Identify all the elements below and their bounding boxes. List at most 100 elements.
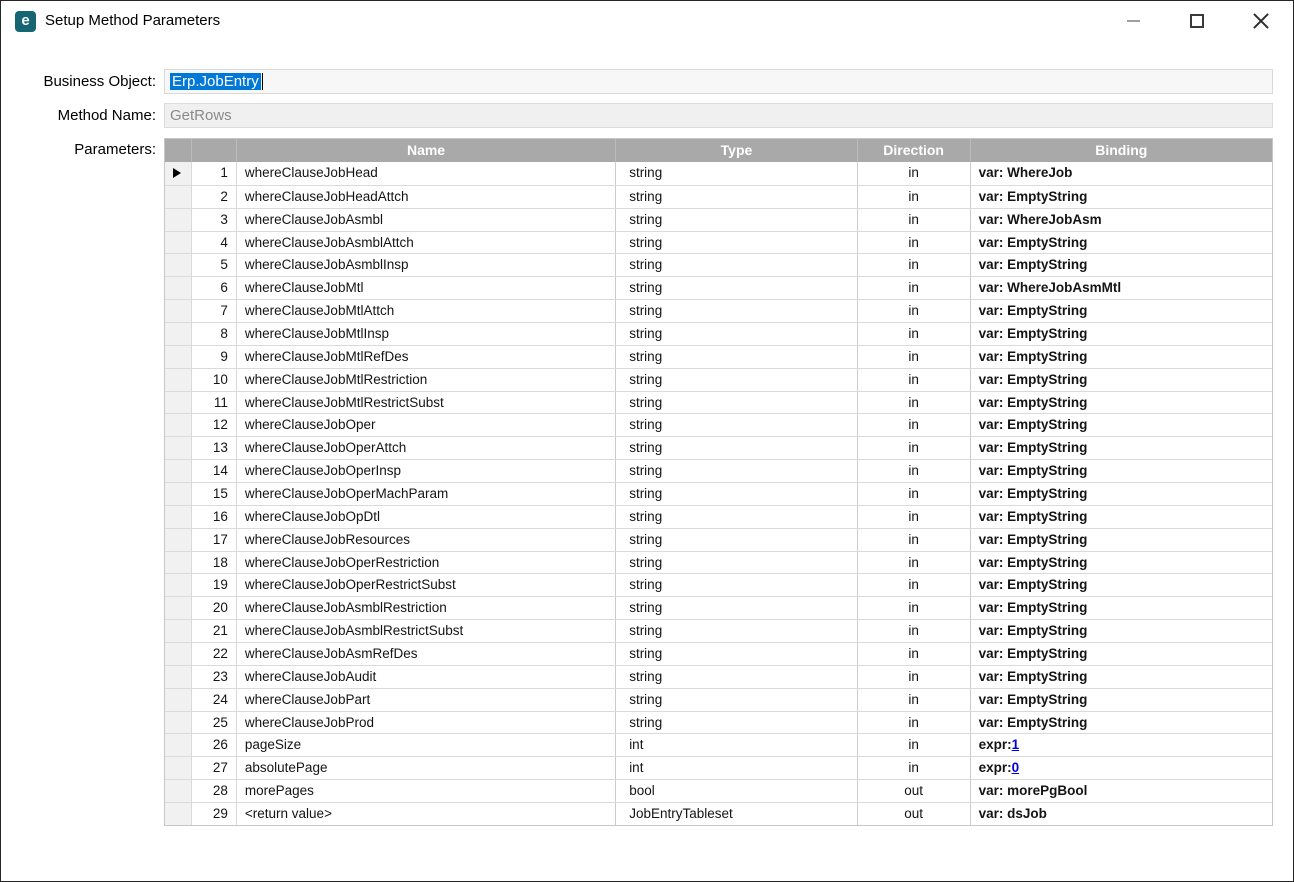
table-row[interactable]: 17 whereClauseJobResources string in var: Em…: [165, 527, 1272, 551]
param-name-cell[interactable]: whereClauseJobAsmbl: [237, 208, 617, 231]
row-selector-cell[interactable]: [165, 551, 192, 574]
param-direction-cell[interactable]: in: [858, 391, 971, 414]
param-type-cell[interactable]: JobEntryTableset: [616, 803, 858, 825]
param-name-cell[interactable]: whereClauseJobHeadAttch: [237, 185, 617, 208]
param-type-cell[interactable]: string: [616, 437, 858, 460]
param-type-cell[interactable]: string: [616, 711, 858, 734]
param-direction-cell[interactable]: in: [858, 505, 971, 528]
maximize-button[interactable]: [1165, 1, 1229, 41]
param-type-cell[interactable]: string: [616, 300, 858, 323]
param-binding-cell[interactable]: var: EmptyString: [971, 666, 1272, 688]
param-name-cell[interactable]: whereClauseJobOperInsp: [237, 460, 617, 483]
table-row[interactable]: 26 pageSize int in expr:1: [165, 733, 1272, 757]
param-binding-cell[interactable]: var: EmptyString: [971, 689, 1272, 711]
param-name-cell[interactable]: morePages: [237, 780, 617, 803]
param-type-cell[interactable]: string: [616, 414, 858, 437]
table-row[interactable]: 14 whereClauseJobOperInsp string in var: Emp…: [165, 459, 1272, 483]
param-direction-cell[interactable]: in: [858, 757, 971, 780]
table-row[interactable]: 15 whereClauseJobOperMachParam string in var…: [165, 482, 1272, 505]
param-name-cell[interactable]: whereClauseJobAsmblInsp: [237, 254, 617, 277]
param-type-cell[interactable]: string: [616, 208, 858, 231]
row-selector-cell[interactable]: [165, 460, 192, 483]
row-selector-cell[interactable]: [165, 665, 192, 688]
param-binding-cell[interactable]: var: EmptyString: [971, 300, 1272, 322]
param-binding-cell[interactable]: var: WhereJob: [971, 162, 1272, 185]
param-type-cell[interactable]: string: [616, 185, 858, 208]
param-name-cell[interactable]: whereClauseJobOperRestrictSubst: [237, 574, 617, 597]
param-name-cell[interactable]: whereClauseJobMtlRestriction: [237, 368, 617, 391]
param-binding-cell[interactable]: var: EmptyString: [971, 254, 1272, 276]
row-selector-cell[interactable]: [165, 300, 192, 323]
param-type-cell[interactable]: string: [616, 254, 858, 277]
header-type[interactable]: Type: [616, 139, 858, 162]
param-type-cell[interactable]: string: [616, 460, 858, 483]
param-direction-cell[interactable]: in: [858, 711, 971, 734]
param-name-cell[interactable]: pageSize: [237, 734, 617, 757]
method-name-input[interactable]: GetRows: [164, 103, 1273, 128]
row-selector-cell[interactable]: [165, 483, 192, 505]
table-row[interactable]: 24 whereClauseJobPart string in var: EmptySt…: [165, 687, 1272, 711]
param-direction-cell[interactable]: in: [858, 665, 971, 688]
row-selector-cell[interactable]: [165, 528, 192, 551]
param-direction-cell[interactable]: in: [858, 643, 971, 665]
param-direction-cell[interactable]: in: [858, 688, 971, 711]
param-binding-cell[interactable]: expr:0: [971, 757, 1272, 779]
table-row[interactable]: 3 whereClauseJobAsmbl string in var: WhereJo…: [165, 207, 1272, 231]
param-direction-cell[interactable]: in: [858, 185, 971, 208]
table-row[interactable]: 10 whereClauseJobMtlRestriction string in va…: [165, 367, 1272, 391]
param-type-cell[interactable]: string: [616, 483, 858, 505]
param-direction-cell[interactable]: in: [858, 734, 971, 757]
table-row[interactable]: 18 whereClauseJobOperRestriction string in v…: [165, 550, 1272, 574]
param-type-cell[interactable]: string: [616, 162, 858, 185]
param-direction-cell[interactable]: out: [858, 780, 971, 803]
param-type-cell[interactable]: string: [616, 368, 858, 391]
param-binding-cell[interactable]: var: WhereJobAsmMtl: [971, 277, 1272, 299]
param-type-cell[interactable]: bool: [616, 780, 858, 803]
param-direction-cell[interactable]: in: [858, 551, 971, 574]
param-type-cell[interactable]: string: [616, 345, 858, 368]
row-selector-cell[interactable]: [165, 277, 192, 300]
param-name-cell[interactable]: whereClauseJobProd: [237, 711, 617, 734]
param-type-cell[interactable]: string: [616, 620, 858, 643]
row-selector-cell[interactable]: [165, 505, 192, 528]
param-direction-cell[interactable]: in: [858, 437, 971, 460]
param-direction-cell[interactable]: in: [858, 597, 971, 620]
business-object-input[interactable]: Erp.JobEntry: [164, 69, 1273, 94]
param-binding-cell[interactable]: var: EmptyString: [971, 414, 1272, 436]
param-name-cell[interactable]: whereClauseJobMtlRefDes: [237, 345, 617, 368]
table-row[interactable]: 2 whereClauseJobHeadAttch string in var: Emp…: [165, 184, 1272, 208]
row-selector-cell[interactable]: [165, 254, 192, 277]
param-type-cell[interactable]: string: [616, 505, 858, 528]
param-binding-cell[interactable]: var: EmptyString: [971, 392, 1272, 414]
param-name-cell[interactable]: whereClauseJobMtlRestrictSubst: [237, 391, 617, 414]
table-row[interactable]: 9 whereClauseJobMtlRefDes string in var: Emp…: [165, 344, 1272, 368]
param-direction-cell[interactable]: in: [858, 414, 971, 437]
row-selector-cell[interactable]: [165, 162, 192, 185]
row-selector-cell[interactable]: [165, 803, 192, 825]
param-type-cell[interactable]: string: [616, 597, 858, 620]
table-row[interactable]: 5 whereClauseJobAsmblInsp string in var: Emp…: [165, 253, 1272, 277]
row-selector-cell[interactable]: [165, 574, 192, 597]
param-direction-cell[interactable]: in: [858, 345, 971, 368]
param-type-cell[interactable]: string: [616, 665, 858, 688]
param-name-cell[interactable]: whereClauseJobPart: [237, 688, 617, 711]
param-direction-cell[interactable]: in: [858, 208, 971, 231]
param-name-cell[interactable]: whereClauseJobOperAttch: [237, 437, 617, 460]
param-type-cell[interactable]: string: [616, 688, 858, 711]
row-selector-cell[interactable]: [165, 711, 192, 734]
param-direction-cell[interactable]: in: [858, 277, 971, 300]
close-button[interactable]: [1229, 1, 1293, 41]
param-type-cell[interactable]: string: [616, 528, 858, 551]
param-type-cell[interactable]: string: [616, 643, 858, 665]
param-name-cell[interactable]: <return value>: [237, 803, 617, 825]
table-row[interactable]: 4 whereClauseJobAsmblAttch string in var: Em…: [165, 230, 1272, 254]
table-row[interactable]: 23 whereClauseJobAudit string in var: EmptyS…: [165, 664, 1272, 688]
table-row[interactable]: 8 whereClauseJobMtlInsp string in var: Empty…: [165, 322, 1272, 345]
param-type-cell[interactable]: string: [616, 574, 858, 597]
row-selector-cell[interactable]: [165, 620, 192, 643]
param-name-cell[interactable]: whereClauseJobAsmblRestrictSubst: [237, 620, 617, 643]
param-binding-cell[interactable]: var: EmptyString: [971, 620, 1272, 642]
param-binding-cell[interactable]: var: morePgBool: [971, 780, 1272, 802]
param-binding-cell[interactable]: expr:1: [971, 734, 1272, 756]
param-binding-cell[interactable]: var: EmptyString: [971, 186, 1272, 208]
